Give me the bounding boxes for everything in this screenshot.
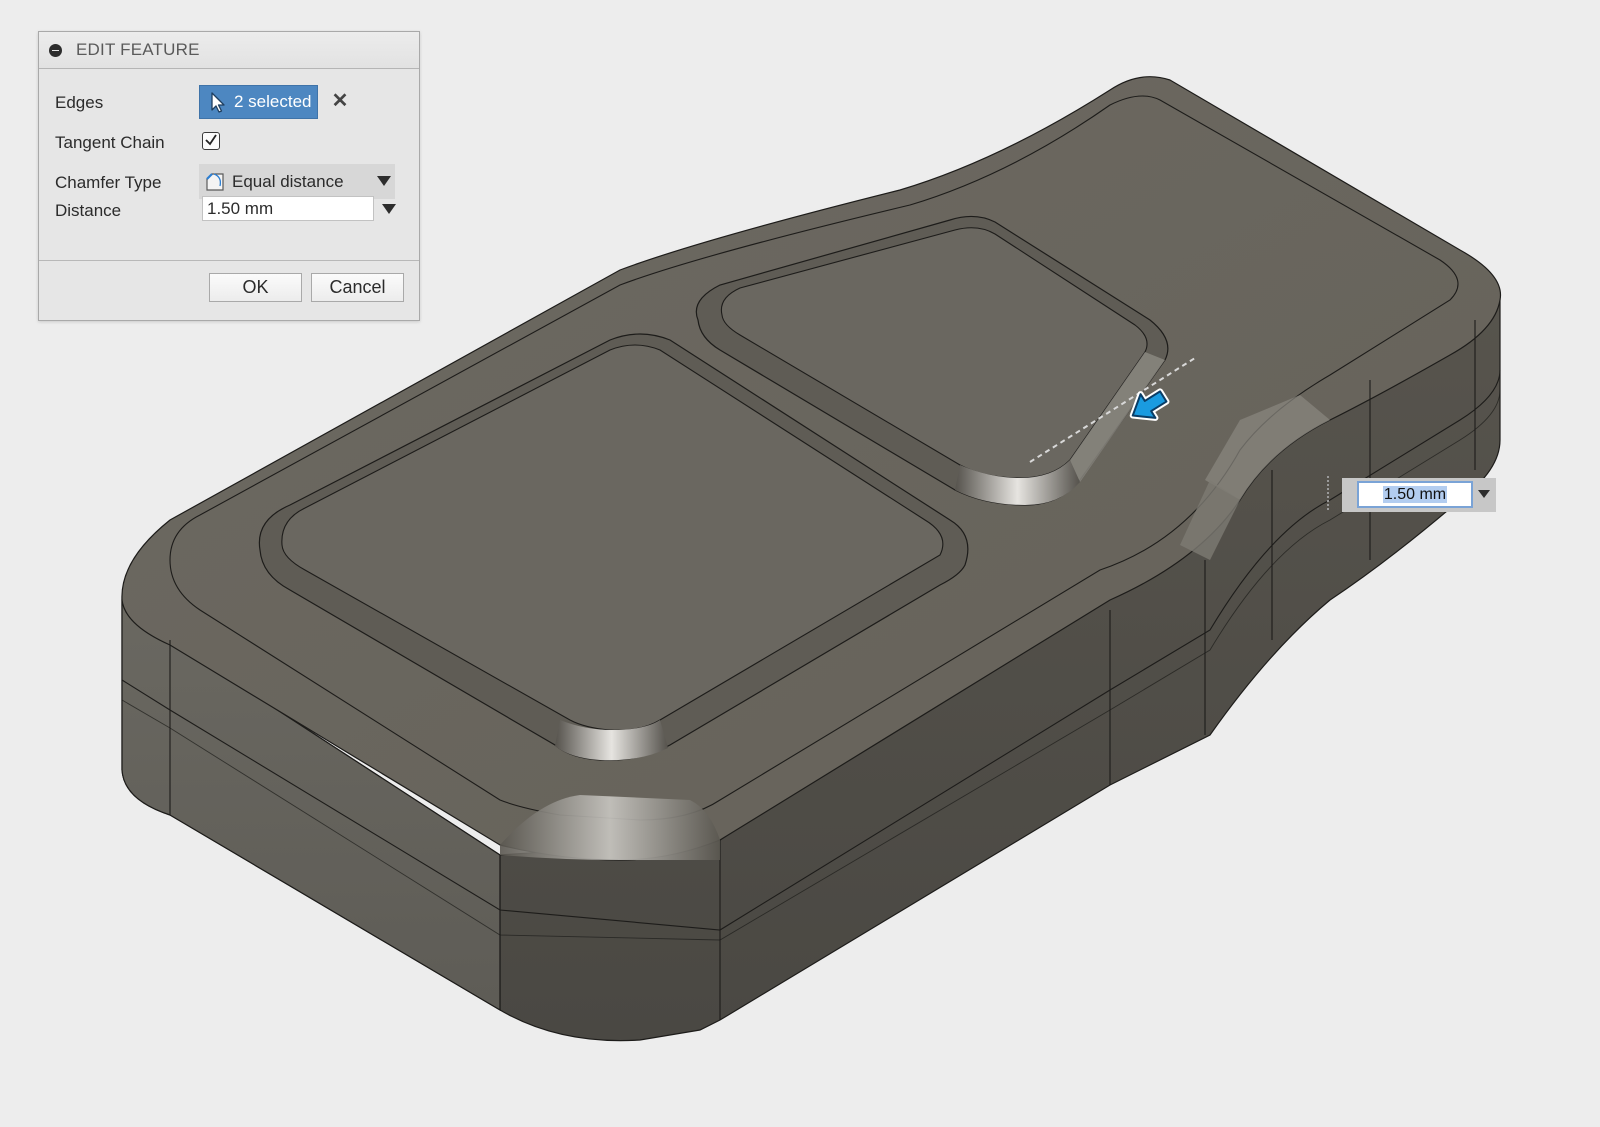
cursor-icon bbox=[211, 92, 225, 113]
dialog-divider bbox=[39, 260, 419, 261]
chamfer-type-icon bbox=[206, 172, 224, 191]
distance-label: Distance bbox=[55, 201, 122, 220]
edges-selection-count: 2 selected bbox=[234, 92, 312, 111]
chamfer-type-row: Chamfer Type Equal distance bbox=[39, 148, 419, 199]
dimension-drag-handle[interactable] bbox=[1327, 476, 1332, 510]
ok-button[interactable]: OK bbox=[209, 273, 302, 302]
chamfer-type-value: Equal distance bbox=[232, 171, 344, 191]
edges-row: Edges 2 selected ✕ bbox=[39, 84, 419, 120]
dimension-input[interactable]: 1.50 mm bbox=[1357, 481, 1473, 508]
chamfer-type-label: Chamfer Type bbox=[55, 173, 162, 192]
distance-input[interactable]: 1.50 mm bbox=[202, 196, 374, 221]
distance-value: 1.50 mm bbox=[207, 199, 274, 218]
checkmark-icon bbox=[205, 134, 217, 146]
chevron-down-icon[interactable] bbox=[1478, 490, 1490, 498]
chevron-down-icon[interactable] bbox=[382, 204, 396, 214]
cancel-button[interactable]: Cancel bbox=[311, 273, 404, 302]
dimension-input-value: 1.50 mm bbox=[1382, 486, 1448, 503]
chevron-down-icon bbox=[377, 176, 391, 186]
dialog-title: EDIT FEATURE bbox=[76, 40, 200, 59]
edges-selection-button[interactable]: 2 selected bbox=[199, 85, 318, 119]
collapse-icon[interactable] bbox=[49, 43, 62, 57]
edit-feature-dialog: EDIT FEATURE Edges 2 selected ✕ Tangent … bbox=[38, 31, 420, 321]
edges-label: Edges bbox=[55, 93, 104, 112]
close-icon[interactable]: ✕ bbox=[329, 90, 351, 112]
dialog-header: EDIT FEATURE bbox=[39, 32, 419, 69]
distance-row: Distance 1.50 mm bbox=[39, 192, 419, 228]
dimension-input-box: 1.50 mm bbox=[1342, 478, 1496, 512]
